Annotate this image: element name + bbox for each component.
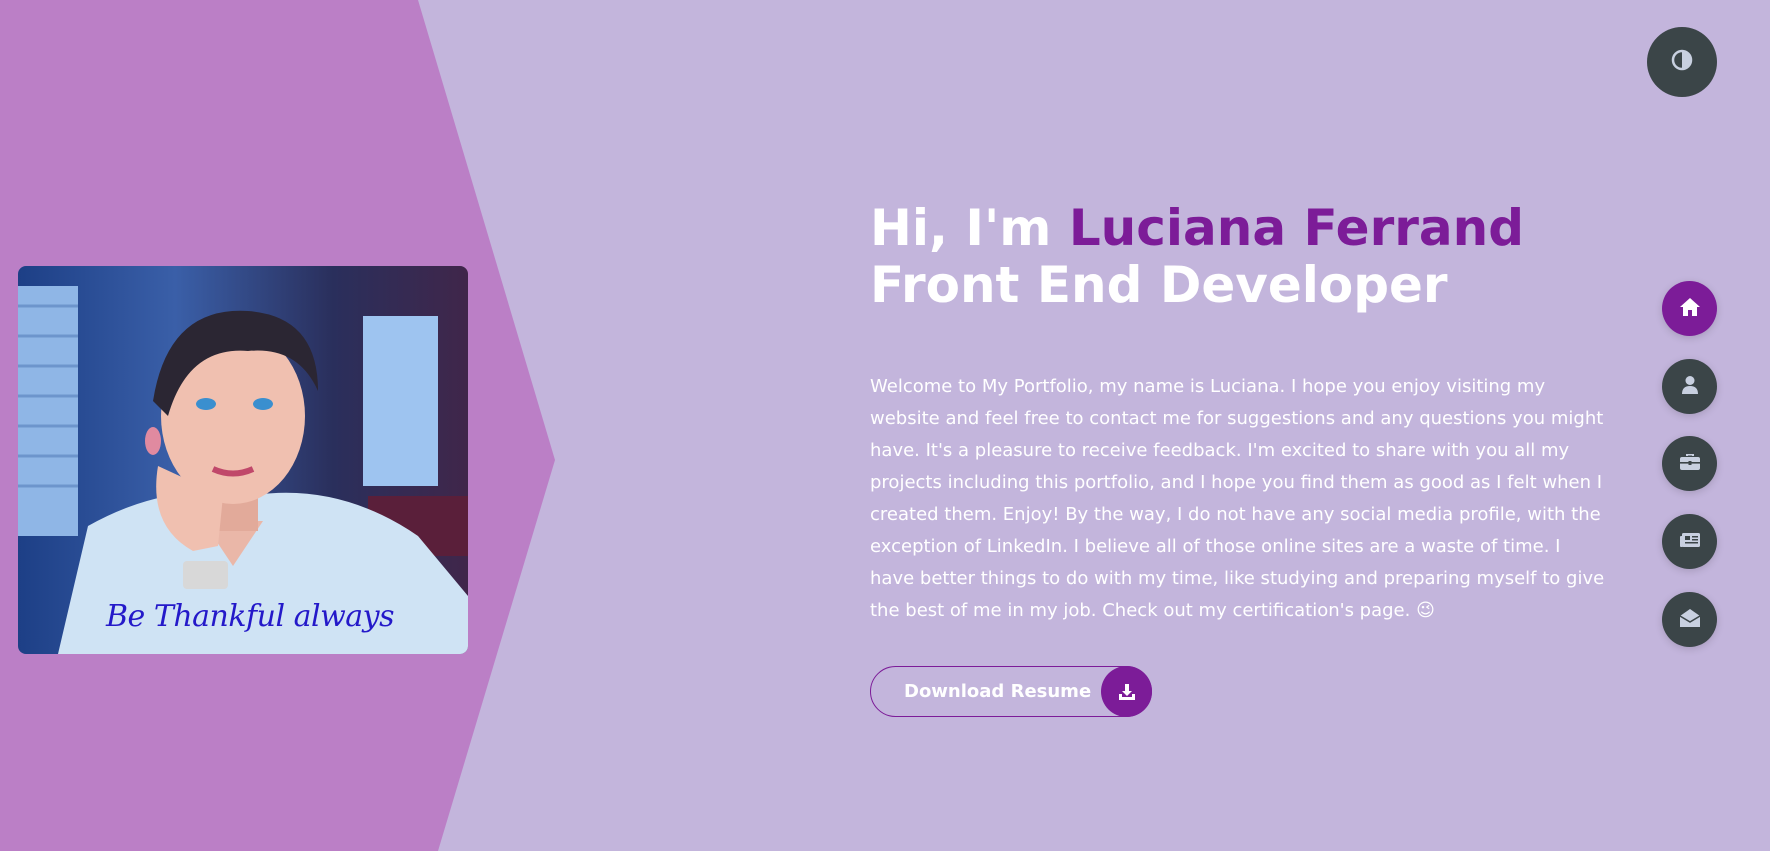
profile-photo: Be Thankful always — [18, 266, 468, 654]
hero-name: Luciana Ferrand — [1068, 199, 1525, 257]
contrast-icon — [1671, 49, 1693, 75]
download-icon — [1101, 666, 1152, 717]
download-resume-button[interactable]: Download Resume — [870, 666, 1152, 717]
download-resume-label: Download Resume — [904, 681, 1092, 702]
nav-home-button[interactable] — [1662, 281, 1717, 336]
theme-toggle-button[interactable] — [1647, 27, 1717, 97]
hero-headline: Hi, I'm Luciana Ferrand Front End Develo… — [870, 200, 1610, 314]
envelope-open-icon — [1679, 608, 1701, 632]
nav-contact-button[interactable] — [1662, 592, 1717, 647]
hero-section: Hi, I'm Luciana Ferrand Front End Develo… — [870, 200, 1610, 627]
nav-blog-button[interactable] — [1662, 514, 1717, 569]
newspaper-icon — [1679, 531, 1701, 553]
home-icon — [1679, 297, 1701, 321]
nav-portfolio-button[interactable] — [1662, 436, 1717, 491]
photo-caption: Be Thankful always — [106, 599, 395, 634]
briefcase-icon — [1679, 452, 1701, 476]
nav-about-button[interactable] — [1662, 359, 1717, 414]
greeting-text: Hi, I'm — [870, 199, 1069, 257]
user-icon — [1681, 375, 1699, 399]
intro-paragraph: Welcome to My Portfolio, my name is Luci… — [870, 376, 1605, 621]
hero-role: Front End Developer — [870, 256, 1448, 314]
